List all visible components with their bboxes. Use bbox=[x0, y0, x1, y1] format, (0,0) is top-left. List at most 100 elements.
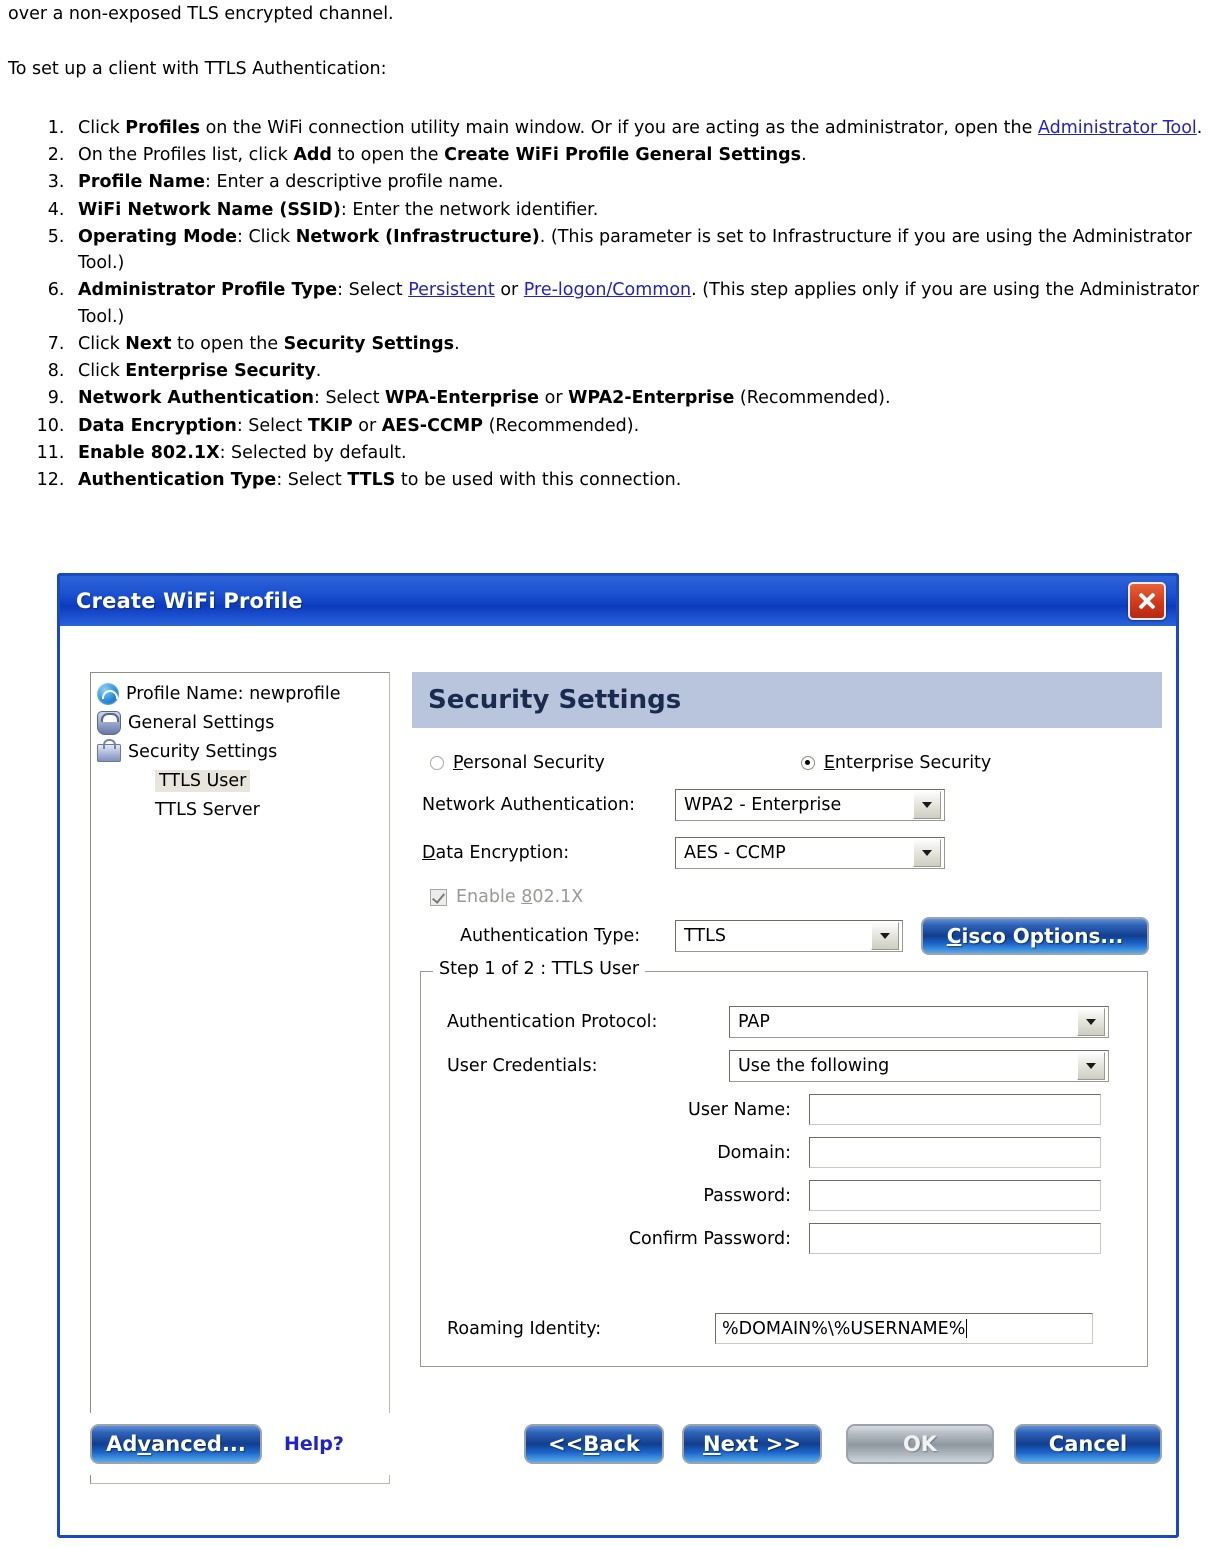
confirm-password-row: Confirm Password: bbox=[435, 1223, 1133, 1254]
domain-label: Domain: bbox=[717, 1142, 791, 1163]
network-authentication-select[interactable]: WPA2 - Enterprise bbox=[675, 789, 945, 821]
password-label: Password: bbox=[703, 1185, 791, 1206]
confirm-password-label: Confirm Password: bbox=[628, 1228, 791, 1249]
ttls-user-fieldset: Step 1 of 2 : TTLS User Authentication P… bbox=[420, 959, 1148, 1367]
tree-item-label: Profile Name: newprofile bbox=[126, 683, 341, 704]
step-emphasis: Authentication Type bbox=[78, 470, 277, 490]
domain-input[interactable] bbox=[809, 1137, 1101, 1168]
step-emphasis: AES-CCMP bbox=[381, 415, 483, 436]
profile-tree-panel[interactable]: Profile Name: newprofile General Setting… bbox=[90, 672, 390, 1484]
tree-item-label: Security Settings bbox=[128, 741, 278, 762]
password-input[interactable] bbox=[809, 1180, 1101, 1211]
step-emphasis: WPA-Enterprise bbox=[385, 388, 540, 409]
password-row: Password: bbox=[435, 1180, 1133, 1211]
step-text: : Enter the network identifier. bbox=[340, 199, 599, 220]
cisco-options-button[interactable]: Cisco Options... bbox=[921, 917, 1149, 955]
back-button[interactable]: << Back bbox=[524, 1424, 664, 1464]
text-caret bbox=[966, 1319, 968, 1338]
step-emphasis: Network Authentication bbox=[78, 388, 314, 409]
step-emphasis: Enterprise Security bbox=[125, 361, 316, 381]
authentication-type-select[interactable]: TTLS bbox=[675, 920, 903, 952]
radio-enterprise-security[interactable]: Enterprise Security bbox=[800, 753, 992, 773]
help-link[interactable]: Help? bbox=[284, 1433, 344, 1455]
doc-link[interactable]: Pre-logon/Common bbox=[524, 280, 691, 300]
tree-item-profile-name[interactable]: Profile Name: newprofile bbox=[95, 679, 385, 708]
step-item: Profile Name: Enter a descriptive profil… bbox=[70, 169, 1216, 195]
step-emphasis: Profile Name bbox=[78, 172, 205, 193]
doc-link[interactable]: Administrator Tool bbox=[1038, 118, 1197, 138]
step-text: : Enter a descriptive profile name. bbox=[204, 172, 504, 193]
dialog-body: Profile Name: newprofile General Setting… bbox=[60, 626, 1176, 1484]
roaming-identity-input[interactable]: %DOMAIN%\%USERNAME% bbox=[715, 1313, 1093, 1344]
tree-item-label: TTLS Server bbox=[155, 799, 260, 820]
step-text: On the Profiles list, click bbox=[78, 145, 294, 165]
doc-link[interactable]: Persistent bbox=[408, 280, 495, 300]
security-mode-radio-group: Personal Security Enterprise Security bbox=[412, 753, 1162, 773]
step-emphasis: TKIP bbox=[307, 415, 353, 436]
tree-item-general-settings[interactable]: General Settings bbox=[95, 708, 385, 737]
chevron-down-icon[interactable] bbox=[913, 791, 941, 819]
step-emphasis: Data Encryption bbox=[78, 415, 237, 436]
data-encryption-select[interactable]: AES - CCMP bbox=[675, 837, 945, 869]
step-text: : Select bbox=[236, 415, 308, 436]
step-text: or bbox=[494, 280, 524, 301]
step-text: . bbox=[801, 145, 807, 165]
step-text: : Select bbox=[313, 388, 385, 409]
cancel-button[interactable]: Cancel bbox=[1014, 1424, 1162, 1464]
step-emphasis: Next bbox=[125, 333, 172, 354]
authentication-protocol-label: Authentication Protocol: bbox=[447, 1012, 658, 1032]
document-text: over a non-exposed TLS encrypted channel… bbox=[0, 0, 1224, 493]
step-item: On the Profiles list, click Add to open … bbox=[70, 142, 1216, 168]
tree-item-ttls-user[interactable]: TTLS User bbox=[95, 766, 385, 795]
step-text: to open the bbox=[171, 333, 284, 354]
next-button[interactable]: Next >> bbox=[682, 1424, 822, 1464]
radio-label-rest: nterprise Security bbox=[834, 753, 992, 773]
roaming-identity-row: Roaming Identity: %DOMAIN%\%USERNAME% bbox=[435, 1313, 1133, 1344]
step-text: or bbox=[352, 415, 382, 436]
step-item: Operating Mode: Click Network (Infrastru… bbox=[70, 224, 1216, 277]
step-text: (Recommended). bbox=[483, 415, 640, 436]
chevron-down-icon[interactable] bbox=[1077, 1008, 1105, 1036]
tree-item-security-settings[interactable]: Security Settings bbox=[95, 737, 385, 766]
step-item: Network Authentication: Select WPA-Enter… bbox=[70, 385, 1216, 411]
user-name-input[interactable] bbox=[809, 1094, 1101, 1125]
step-item: Enable 802.1X: Selected by default. bbox=[70, 440, 1216, 466]
step-emphasis: Administrator Profile Type bbox=[78, 280, 338, 301]
step-text: : Click bbox=[237, 226, 296, 247]
ok-button[interactable]: OK bbox=[846, 1424, 994, 1464]
checkbox-icon[interactable] bbox=[430, 888, 447, 906]
chevron-down-icon[interactable] bbox=[871, 922, 899, 950]
step-emphasis: Create WiFi Profile General Settings bbox=[444, 145, 802, 165]
chevron-down-icon[interactable] bbox=[913, 839, 941, 867]
radio-personal-security[interactable]: Personal Security bbox=[430, 753, 605, 773]
tree-item-ttls-server[interactable]: TTLS Server bbox=[95, 795, 385, 824]
network-authentication-value: WPA2 - Enterprise bbox=[684, 795, 842, 815]
user-name-row: User Name: bbox=[435, 1094, 1133, 1125]
step-item: WiFi Network Name (SSID): Enter the netw… bbox=[70, 197, 1216, 223]
security-settings-pane: Security Settings Personal Security Ente… bbox=[412, 672, 1162, 1367]
step-text: . bbox=[1196, 117, 1203, 138]
radio-circle-icon bbox=[430, 756, 444, 770]
step-text: . bbox=[315, 361, 322, 381]
dialog-title: Create WiFi Profile bbox=[76, 589, 303, 613]
chevron-down-icon[interactable] bbox=[1077, 1052, 1105, 1080]
data-encryption-label: Data Encryption: bbox=[422, 843, 570, 863]
pane-header: Security Settings bbox=[412, 672, 1162, 728]
authentication-protocol-select[interactable]: PAP bbox=[729, 1006, 1109, 1038]
enable-8021x-row[interactable]: Enable 802.1X bbox=[412, 887, 1162, 907]
user-credentials-select[interactable]: Use the following bbox=[729, 1050, 1109, 1082]
step-item: Data Encryption: Select TKIP or AES-CCMP… bbox=[70, 413, 1216, 439]
users-icon bbox=[97, 710, 121, 735]
roaming-identity-label: Roaming Identity: bbox=[447, 1318, 602, 1339]
wifi-icon bbox=[97, 682, 119, 705]
advanced-button[interactable]: Ad v anced... bbox=[90, 1424, 262, 1464]
radio-label: Enterprise Security bbox=[823, 753, 992, 773]
close-icon[interactable] bbox=[1128, 582, 1166, 620]
step-text: : Select bbox=[337, 280, 409, 301]
authentication-type-label: Authentication Type: bbox=[460, 926, 641, 946]
step-item: Administrator Profile Type: Select Persi… bbox=[70, 277, 1216, 330]
step-emphasis: Security Settings bbox=[283, 333, 455, 354]
step-item: Click Enterprise Security. bbox=[70, 358, 1216, 384]
confirm-password-input[interactable] bbox=[809, 1223, 1101, 1254]
step-emphasis: Add bbox=[293, 145, 332, 165]
